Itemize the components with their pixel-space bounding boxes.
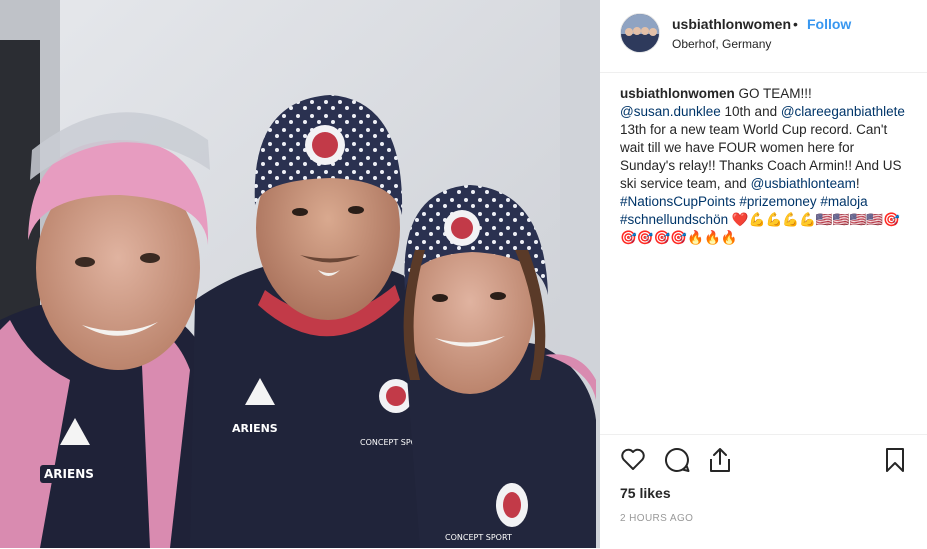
bookmark-icon[interactable]	[884, 447, 906, 478]
jacket-sponsor-right: CONCEPT SPORT	[445, 533, 512, 542]
caption-username[interactable]: usbiathlonwomen	[620, 86, 735, 101]
post-actions: 75 likes 2 HOURS AGO	[600, 434, 927, 549]
share-arrow-icon[interactable]	[708, 447, 732, 478]
mention-link[interactable]: @clareeganbiathlete	[781, 104, 905, 119]
like-count[interactable]: 75 likes	[620, 485, 671, 501]
caption-body: GO TEAM!!! @susan.dunklee 10th and @clar…	[620, 86, 905, 245]
heart-outline-icon[interactable]	[620, 447, 646, 476]
jacket-logo-middle: ARIENS	[232, 422, 278, 435]
post-photo-image: ARIENS ARIENS CONCEPT SPORT CONCEPT SPOR…	[0, 0, 600, 548]
avatar[interactable]	[620, 13, 660, 53]
post-location[interactable]: Oberhof, Germany	[672, 37, 771, 51]
header-separator: •	[793, 16, 798, 32]
hashtag-link[interactable]: #prizemoney	[739, 194, 816, 209]
hashtag-link[interactable]: #schnellundschön	[620, 212, 728, 227]
mention-link[interactable]: @susan.dunklee	[620, 104, 721, 119]
hashtag-link[interactable]: #maloja	[820, 194, 867, 209]
mention-link[interactable]: @usbiathlonteam	[751, 176, 856, 191]
post-side-panel: usbiathlonwomen • Follow Oberhof, German…	[600, 0, 927, 548]
post-caption: usbiathlonwomen GO TEAM!!! @susan.dunkle…	[620, 85, 910, 247]
post-username[interactable]: usbiathlonwomen	[672, 16, 791, 32]
caption-text: GO TEAM!!!	[734, 86, 812, 101]
post-header: usbiathlonwomen • Follow Oberhof, German…	[600, 0, 927, 73]
hashtag-link[interactable]: #NationsCupPoints	[620, 194, 736, 209]
caption-text: !	[855, 176, 860, 191]
comment-bubble-icon[interactable]	[664, 447, 690, 478]
caption-text: 10th and	[720, 104, 781, 119]
follow-button[interactable]: Follow	[807, 16, 851, 32]
post-timestamp[interactable]: 2 HOURS AGO	[620, 513, 693, 524]
jacket-logo-left: ARIENS	[44, 467, 94, 481]
post-photo[interactable]: ARIENS ARIENS CONCEPT SPORT CONCEPT SPOR…	[0, 0, 600, 548]
avatar-image	[621, 14, 659, 52]
